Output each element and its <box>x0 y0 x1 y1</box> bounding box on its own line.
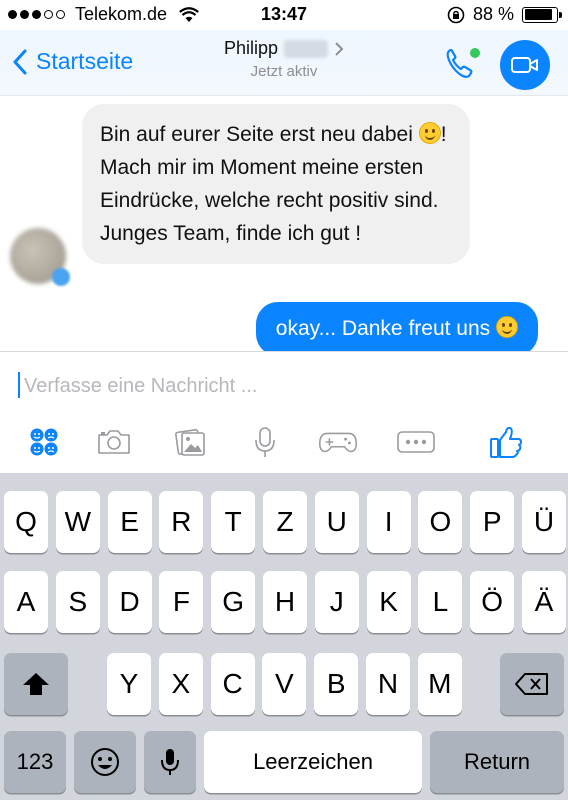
gallery-icon <box>175 429 205 456</box>
more-options-button[interactable] <box>396 422 436 462</box>
key-y[interactable]: Y <box>107 653 151 715</box>
return-key[interactable]: Return <box>430 731 564 793</box>
emoji-icon <box>91 748 119 776</box>
smiley-emoji-icon <box>496 316 518 338</box>
chevron-right-icon <box>335 41 344 56</box>
status-bar: Telekom.de 13:47 88 % <box>0 0 568 30</box>
key-u[interactable]: U <box>314 491 359 553</box>
chevron-left-icon <box>13 49 27 74</box>
key-o[interactable]: O <box>418 491 463 553</box>
key-x[interactable]: X <box>158 653 203 715</box>
key-ü[interactable]: Ü <box>522 491 566 553</box>
smiley-emoji-icon <box>418 122 441 144</box>
contact-info[interactable]: Philipp Jetzt aktiv <box>184 38 384 80</box>
key-ä[interactable]: Ä <box>522 571 566 633</box>
key-w[interactable]: W <box>55 491 100 553</box>
on-screen-keyboard: 123 Leerzeichen Return QWERTZUIOPÜ ASDFGH… <box>0 473 568 800</box>
battery-icon <box>522 6 562 23</box>
numbers-key[interactable]: 123 <box>4 731 66 793</box>
text-cursor <box>18 372 20 398</box>
message-list[interactable]: Bin auf eurer Seite erst neu dabei ! Mac… <box>0 96 568 351</box>
incoming-message-bubble[interactable]: Bin auf eurer Seite erst neu dabei ! Mac… <box>82 104 470 264</box>
games-button[interactable] <box>318 422 358 462</box>
status-right: 88 % <box>447 4 562 25</box>
key-f[interactable]: F <box>159 571 204 633</box>
stickers-icon <box>30 428 58 456</box>
camera-icon <box>98 430 130 454</box>
outgoing-message-bubble[interactable]: okay... Danke freut uns <box>255 302 538 351</box>
key-g[interactable]: G <box>211 571 256 633</box>
shift-icon <box>23 673 49 695</box>
backspace-icon <box>515 673 548 695</box>
voice-message-button[interactable] <box>245 422 285 462</box>
messenger-badge-icon <box>52 268 70 286</box>
video-call-button[interactable] <box>500 40 550 90</box>
contact-name: Philipp <box>223 38 279 58</box>
emoji-key[interactable] <box>74 731 136 793</box>
battery-percentage: 88 % <box>472 4 514 24</box>
dictation-key[interactable] <box>144 731 196 793</box>
microphone-icon <box>161 749 179 775</box>
key-h[interactable]: H <box>263 571 307 633</box>
voice-call-button[interactable] <box>441 44 485 84</box>
key-i[interactable]: I <box>366 491 411 553</box>
key-ö[interactable]: Ö <box>470 571 515 633</box>
key-l[interactable]: L <box>418 571 463 633</box>
key-c[interactable]: C <box>210 653 255 715</box>
key-n[interactable]: N <box>366 653 410 715</box>
like-button[interactable] <box>486 422 526 462</box>
phone-icon <box>446 48 480 78</box>
shift-key[interactable] <box>4 653 68 715</box>
key-v[interactable]: V <box>262 653 307 715</box>
contact-surname-redacted <box>284 39 329 58</box>
key-e[interactable]: E <box>107 491 152 553</box>
key-j[interactable]: J <box>314 571 359 633</box>
key-d[interactable]: D <box>107 571 152 633</box>
stickers-button[interactable] <box>24 422 64 462</box>
key-t[interactable]: T <box>211 491 256 553</box>
back-button-label: Startseite <box>36 48 134 74</box>
gallery-button[interactable] <box>170 422 210 462</box>
compose-toolbar <box>0 422 568 462</box>
key-m[interactable]: M <box>417 653 462 715</box>
more-icon <box>397 431 435 453</box>
key-r[interactable]: R <box>159 491 204 553</box>
camera-button[interactable] <box>94 422 134 462</box>
gamepad-icon <box>319 432 357 453</box>
conversation-header: Startseite Philipp Jetzt aktiv <box>0 30 568 96</box>
compose-area <box>0 351 568 473</box>
message-input[interactable] <box>24 372 544 400</box>
key-z[interactable]: Z <box>263 491 307 553</box>
key-s[interactable]: S <box>55 571 100 633</box>
backspace-key[interactable] <box>500 653 564 715</box>
contact-status: Jetzt aktiv <box>250 63 318 80</box>
microphone-icon <box>255 427 275 457</box>
key-q[interactable]: Q <box>4 491 48 553</box>
key-k[interactable]: K <box>366 571 411 633</box>
key-b[interactable]: B <box>314 653 359 715</box>
rotation-lock-icon <box>447 6 465 23</box>
key-p[interactable]: P <box>470 491 515 553</box>
video-camera-icon <box>511 57 538 73</box>
thumbs-up-icon <box>490 426 522 458</box>
key-a[interactable]: A <box>4 571 48 633</box>
back-button[interactable]: Startseite <box>12 48 133 75</box>
space-key[interactable]: Leerzeichen <box>204 731 422 793</box>
